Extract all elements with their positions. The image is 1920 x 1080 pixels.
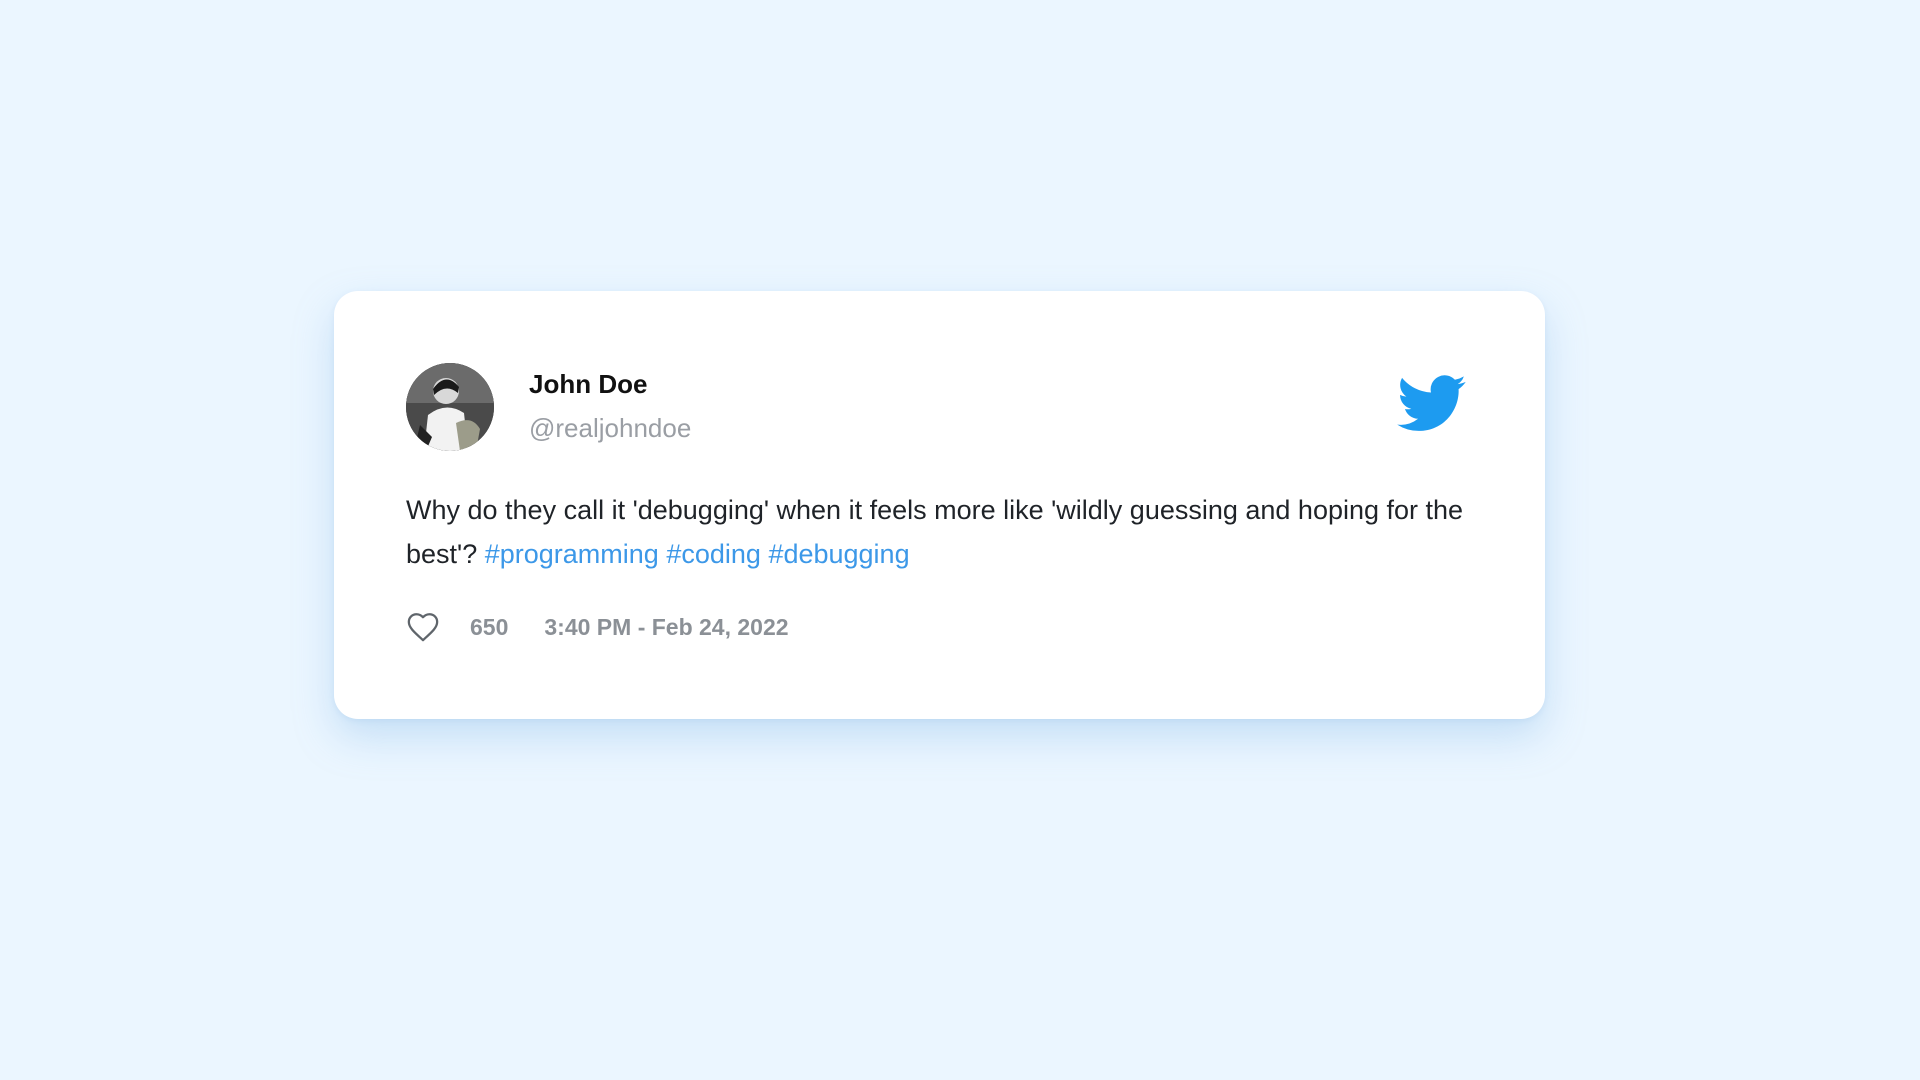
hashtag-debugging[interactable]: #debugging [768, 539, 909, 569]
hashtag-programming[interactable]: #programming [485, 539, 659, 569]
heart-outline-icon[interactable] [406, 611, 440, 643]
author-display-name[interactable]: John Doe [529, 367, 691, 401]
tweet-card: John Doe @realjohndoe Why do they call i… [334, 291, 1545, 719]
twitter-bird-icon[interactable] [1397, 375, 1467, 433]
hashtag-coding[interactable]: #coding [666, 539, 761, 569]
tweet-text: Why do they call it 'debugging' when it … [406, 488, 1466, 576]
tweet-footer: 650 3:40 PM - Feb 24, 2022 [406, 607, 789, 647]
author-block: John Doe @realjohndoe [529, 367, 691, 445]
author-handle[interactable]: @realjohndoe [529, 411, 691, 445]
like-count: 650 [470, 613, 509, 640]
avatar-photo-icon [406, 363, 494, 451]
avatar[interactable] [406, 363, 494, 451]
tweet-timestamp[interactable]: 3:40 PM - Feb 24, 2022 [544, 614, 788, 641]
page: John Doe @realjohndoe Why do they call i… [0, 0, 1920, 1080]
